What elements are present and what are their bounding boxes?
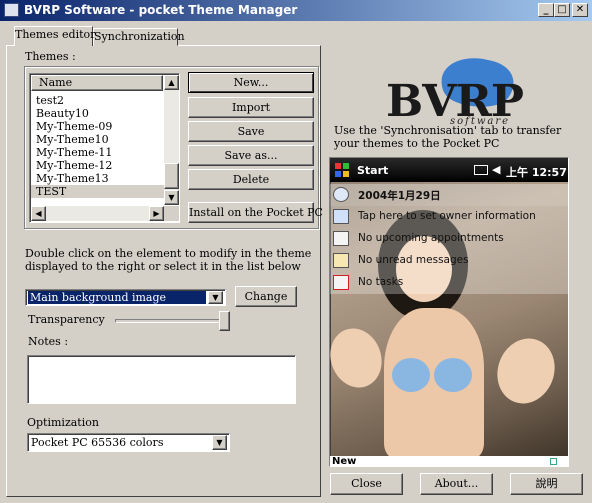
speaker-icon[interactable]: ◀ — [492, 163, 500, 176]
today-date-row[interactable]: 2004年1月29日 — [330, 184, 568, 206]
close-button[interactable]: Close — [330, 473, 403, 495]
left-hand-shape — [330, 321, 390, 395]
today-messages-row[interactable]: No unread messages — [330, 250, 568, 272]
delete-button[interactable]: Delete — [188, 169, 314, 190]
minimize-button[interactable]: _ — [538, 3, 554, 17]
today-tasks-text: No tasks — [358, 276, 404, 288]
tab-themes-editor[interactable]: Themes editor — [14, 26, 95, 46]
bvrp-logo: BVRP software — [380, 52, 550, 132]
today-owner-text: Tap here to set owner information — [358, 210, 536, 222]
today-appointments-text: No upcoming appointments — [358, 232, 504, 244]
optimization-select-value: Pocket PC 65536 colors — [31, 436, 164, 449]
theme-item[interactable]: My-Theme10 — [31, 133, 164, 146]
new-menu-label[interactable]: New — [332, 456, 356, 466]
app-icon — [4, 3, 19, 17]
right-hand-shape — [488, 330, 564, 412]
tasks-check-icon — [333, 275, 349, 290]
scroll-left-arrow-icon[interactable]: ◀ — [31, 206, 46, 221]
themes-horizontal-scrollbar[interactable]: ◀ ▶ — [31, 206, 164, 221]
start-menu-label[interactable]: Start — [357, 164, 388, 177]
transparency-track — [115, 319, 230, 323]
scrollbar-corner — [164, 206, 179, 221]
pocketpc-taskbar: Start ◀ 上午 12:57 — [330, 158, 568, 182]
new-button[interactable]: New... — [188, 72, 314, 93]
theme-item[interactable]: My-Theme-12 — [31, 159, 164, 172]
scroll-down-arrow-icon[interactable]: ▼ — [164, 190, 179, 205]
theme-item[interactable]: My-Theme-11 — [31, 146, 164, 159]
clock-icon — [333, 187, 349, 202]
scroll-up-arrow-icon[interactable]: ▲ — [164, 75, 179, 90]
sync-hint-text: Use the 'Synchronisation' tab to transfe… — [334, 124, 562, 150]
maximize-button[interactable]: □ — [554, 3, 570, 17]
install-button[interactable]: Install on the Pocket PC — [188, 202, 323, 223]
title-bar: BVRP Software - pocket Theme Manager _ □… — [0, 0, 592, 21]
today-appointments-row[interactable]: No upcoming appointments — [330, 228, 568, 250]
theme-item[interactable]: My-Theme-09 — [31, 120, 164, 133]
window-title: BVRP Software - pocket Theme Manager — [24, 3, 298, 17]
notes-textarea[interactable] — [27, 355, 296, 404]
save-button[interactable]: Save — [188, 121, 314, 142]
optimization-select[interactable]: Pocket PC 65536 colors ▼ — [27, 433, 230, 452]
element-select[interactable]: Main background image ▼ — [25, 289, 226, 306]
change-button[interactable]: Change — [235, 286, 297, 307]
clock-text[interactable]: 上午 12:57 — [506, 164, 567, 180]
theme-item[interactable]: test2 — [31, 94, 164, 107]
keyboard-icon[interactable] — [550, 458, 557, 465]
theme-item-selected[interactable]: TEST — [31, 185, 164, 198]
envelope-icon — [333, 253, 349, 268]
windows-flag-icon[interactable] — [334, 162, 350, 178]
help-button[interactable]: 說明 — [510, 473, 583, 495]
scroll-right-arrow-icon[interactable]: ▶ — [149, 206, 164, 221]
today-date-text: 2004年1月29日 — [358, 190, 441, 202]
save-as-button[interactable]: Save as... — [188, 145, 314, 166]
themes-vertical-scrollbar[interactable]: ▲ ▼ — [164, 75, 179, 205]
about-button[interactable]: About... — [420, 473, 493, 495]
swimsuit-right-shape — [434, 358, 472, 392]
themes-listbox[interactable]: Name test2 Beauty10 My-Theme-09 My-Theme… — [29, 73, 180, 223]
optimization-label: Optimization — [27, 416, 99, 429]
element-hint-text: Double click on the element to modify in… — [25, 247, 312, 273]
owner-card-icon — [333, 209, 349, 224]
theme-item[interactable]: My-Theme13 — [31, 172, 164, 185]
import-button[interactable]: Import — [188, 97, 314, 118]
connection-icon — [474, 165, 488, 175]
transparency-label: Transparency — [28, 313, 105, 326]
tab-synchronization[interactable]: Synchronization — [93, 28, 185, 46]
transparency-slider-thumb[interactable] — [219, 311, 230, 331]
pocketpc-menubar: New — [330, 456, 568, 466]
chevron-down-icon[interactable]: ▼ — [212, 435, 227, 450]
swimsuit-left-shape — [392, 358, 430, 392]
today-messages-text: No unread messages — [358, 254, 469, 266]
element-select-value: Main background image — [30, 291, 167, 304]
notes-label: Notes : — [28, 335, 69, 348]
theme-item[interactable]: Beauty10 — [31, 107, 164, 120]
name-column-header[interactable]: Name — [31, 75, 163, 91]
pocketpc-preview[interactable]: Start ◀ 上午 12:57 2004年1月29日 Tap here to … — [329, 157, 569, 467]
today-owner-row[interactable]: Tap here to set owner information — [330, 206, 568, 228]
today-tasks-row[interactable]: No tasks — [330, 272, 568, 294]
close-window-button[interactable]: ✕ — [572, 3, 588, 17]
scroll-thumb[interactable] — [164, 163, 179, 189]
chevron-down-icon[interactable]: ▼ — [208, 291, 223, 304]
themes-list: test2 Beauty10 My-Theme-09 My-Theme10 My… — [31, 94, 164, 198]
themes-group-label: Themes : — [25, 50, 76, 63]
calendar-icon — [333, 231, 349, 246]
